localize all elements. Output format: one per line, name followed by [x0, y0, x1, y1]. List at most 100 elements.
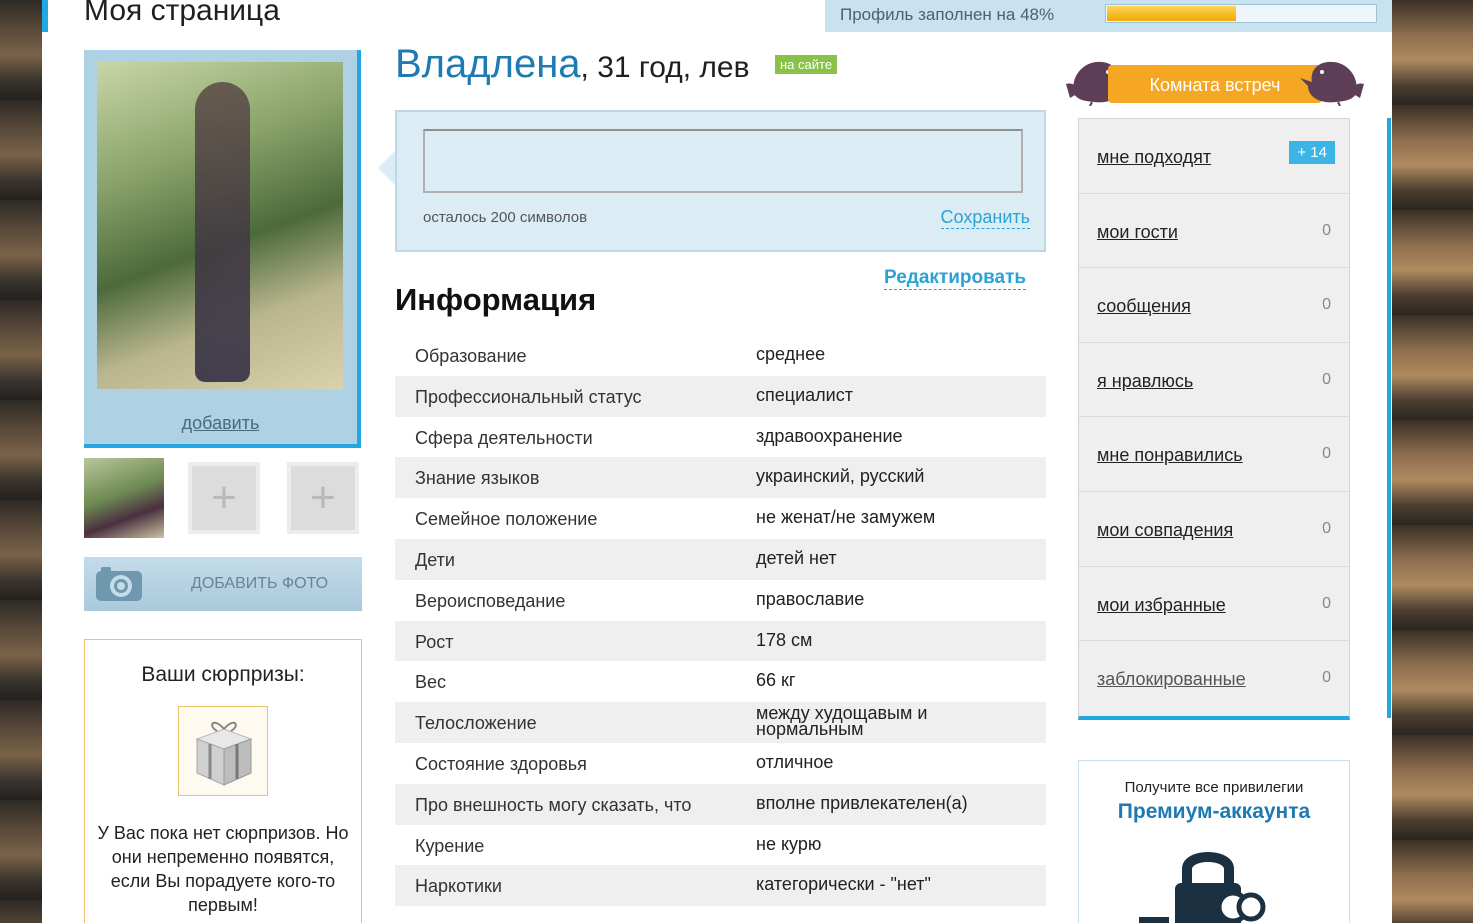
empty-photo-slot[interactable]: + — [287, 462, 359, 534]
page-container: Моя страница Профиль заполнен на 48% доб… — [42, 0, 1392, 923]
surprises-title: Ваши сюрпризы: — [141, 663, 305, 686]
photo-thumbnail[interactable] — [84, 458, 164, 538]
camera-icon — [96, 567, 142, 601]
save-status-link[interactable]: Сохранить — [940, 207, 1030, 229]
info-row-value: специалист — [756, 384, 853, 405]
info-row: Рост 178 см — [395, 620, 1046, 662]
menu-item[interactable]: заблокированные 0 — [1079, 641, 1349, 716]
info-row-label: Дети — [415, 549, 455, 570]
right-accent-line — [1387, 118, 1391, 718]
info-row-label: Семейное положение — [415, 509, 598, 530]
info-row: Про внешность могу сказать, что вполне пр… — [395, 783, 1046, 825]
info-title: Информация — [395, 282, 597, 317]
plus-icon: + — [211, 473, 237, 522]
profile-menu: мне подходят + 14 мои гости 0 сообщения 0 я нр… — [1078, 118, 1350, 720]
photo-person — [195, 82, 250, 382]
meeting-room-button[interactable]: Комната встреч — [1064, 54, 1366, 106]
info-row-value: не женат/не замужем — [756, 507, 936, 528]
info-row-value: между худощавым и нормальным — [756, 703, 928, 740]
info-row-label: Профессиональный статус — [415, 386, 642, 407]
info-row-value: детей нет — [756, 547, 837, 568]
menu-item-label[interactable]: я нравлюсь — [1097, 371, 1193, 392]
menu-item-label[interactable]: мне понравились — [1097, 445, 1243, 466]
info-row-value: 66 кг — [756, 670, 796, 691]
background-right — [1392, 0, 1473, 923]
menu-item-label[interactable]: мои гости — [1097, 222, 1178, 243]
info-row-label: Про внешность могу сказать, что — [415, 794, 692, 815]
info-row-label: Вероисповедание — [415, 590, 566, 611]
info-row: Вероисповедание православие — [395, 580, 1046, 621]
info-row-label: Вес — [415, 672, 447, 693]
info-row-value: православие — [756, 588, 865, 609]
status-char-counter: осталось 200 символов — [423, 209, 588, 226]
premium-subtitle: Получите все привилегии — [1124, 779, 1304, 796]
empty-photo-slot[interactable]: + — [188, 462, 260, 534]
header-accent — [42, 0, 48, 32]
profile-details: , 31 год, лев — [580, 51, 750, 84]
info-row-label: Состояние здоровья — [415, 753, 587, 774]
info-row-value: вполне привлекателен(а) — [756, 792, 968, 813]
premium-promo[interactable]: Получите все привилегии Премиум-аккаунта — [1078, 760, 1350, 923]
menu-item[interactable]: мне подходят + 14 — [1079, 119, 1349, 194]
menu-item-count: 0 — [1322, 370, 1331, 388]
menu-item-label[interactable]: мои совпадения — [1097, 520, 1233, 541]
add-photo-link[interactable]: добавить — [84, 413, 357, 434]
info-row: Профессиональный статус специалист — [395, 375, 1046, 417]
info-row: Знание языков украинский, русский — [395, 457, 1046, 499]
info-row-label: Рост — [415, 631, 454, 652]
profile-name: Владлена — [395, 42, 581, 86]
bird-icon — [1300, 61, 1364, 106]
progress-fill — [1107, 6, 1236, 21]
info-row-label: Курение — [415, 835, 485, 856]
info-row: Семейное положение не женат/не замужем — [395, 498, 1046, 539]
status-box: осталось 200 символов Сохранить — [395, 110, 1046, 252]
main-photo[interactable] — [97, 62, 343, 389]
info-row-value: здравоохранение — [756, 425, 903, 446]
menu-item-label[interactable]: мои избранные — [1097, 595, 1226, 616]
main-photo-card: добавить — [84, 50, 361, 448]
menu-item[interactable]: сообщения 0 — [1079, 268, 1349, 343]
info-table: Образование среднее Профессиональный стату… — [395, 335, 1046, 907]
add-photo-button-label: ДОБАВИТЬ ФОТО — [191, 575, 329, 592]
status-input[interactable] — [423, 129, 1023, 193]
background-left — [0, 0, 42, 923]
info-row-label: Телосложение — [415, 713, 537, 734]
info-row-value: не курю — [756, 833, 822, 854]
menu-item-count: 0 — [1322, 445, 1331, 463]
info-row: Состояние здоровья отличное — [395, 743, 1046, 784]
info-row-value: украинский, русский — [756, 466, 925, 487]
menu-item-label[interactable]: заблокированные — [1097, 669, 1246, 690]
info-row: Образование среднее — [395, 335, 1046, 376]
menu-item-count: 0 — [1322, 296, 1331, 314]
info-row-value: категорически - "нет" — [756, 874, 931, 895]
menu-item-label[interactable]: сообщения — [1097, 296, 1191, 317]
premium-title: Премиум-аккаунта — [1117, 800, 1311, 823]
info-row-label: Образование — [415, 346, 527, 366]
info-row-label: Сфера деятельности — [415, 427, 593, 448]
info-row-value: 178 см — [756, 629, 813, 650]
profile-progress: Профиль заполнен на 48% — [825, 0, 1392, 32]
info-row: Дети детей нет — [395, 538, 1046, 580]
gift-slot[interactable] — [178, 706, 268, 796]
progress-bar — [1105, 4, 1377, 23]
profile-heading: Владлена, 31 год, лев — [395, 42, 750, 87]
menu-item[interactable]: мои избранные 0 — [1079, 567, 1349, 642]
menu-item[interactable]: мои совпадения 0 — [1079, 492, 1349, 567]
count-badge: + 14 — [1289, 141, 1335, 164]
info-row-label: Знание языков — [415, 468, 540, 489]
menu-item[interactable]: мне понравились 0 — [1079, 417, 1349, 492]
menu-item[interactable]: я нравлюсь 0 — [1079, 343, 1349, 418]
menu-item-count: 0 — [1322, 669, 1331, 687]
menu-item[interactable]: мои гости 0 — [1079, 194, 1349, 269]
plus-icon: + — [310, 473, 336, 522]
info-row: Телосложение между худощавым и нормальным — [395, 702, 1046, 743]
online-badge: на сайте — [775, 55, 838, 74]
menu-item-count: 0 — [1322, 594, 1331, 612]
info-row: Курение не курю — [395, 825, 1046, 866]
info-row: Наркотики категорически - "нет" — [395, 865, 1046, 907]
edit-info-link[interactable]: Редактировать — [884, 267, 1027, 290]
add-photo-button[interactable]: ДОБАВИТЬ ФОТО — [84, 557, 362, 611]
info-row-value: отличное — [756, 751, 834, 772]
surprises-panel: Ваши сюрпризы: У Вас пока нет сюрпризов.… — [84, 639, 362, 923]
menu-item-label[interactable]: мне подходят — [1097, 147, 1211, 168]
